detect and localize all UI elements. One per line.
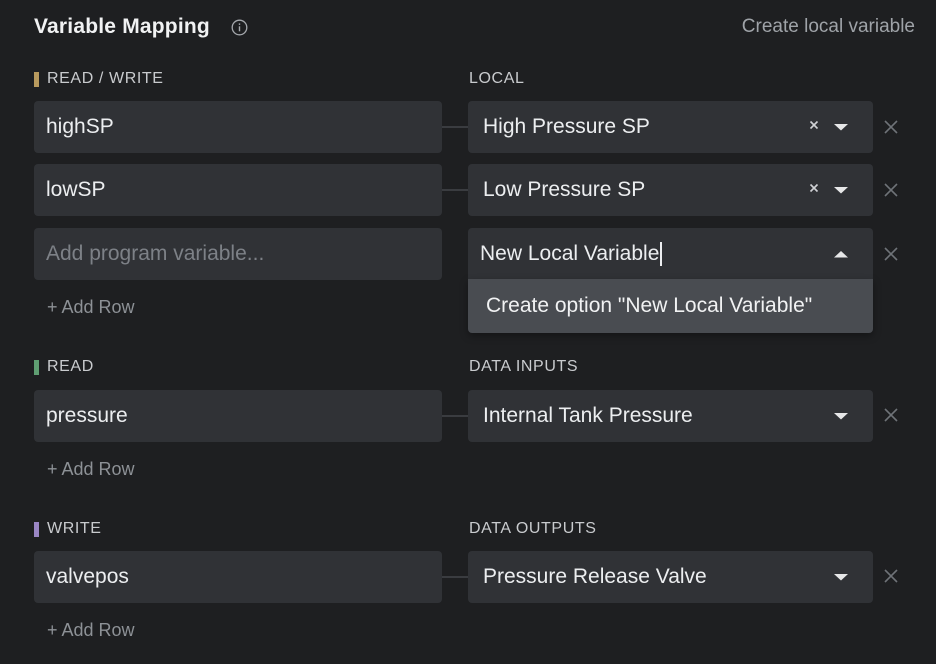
add-program-variable-input[interactable]: Add program variable... <box>34 228 442 280</box>
section-label-read-write: READ / WRITE <box>34 70 164 88</box>
select-value: Internal Tank Pressure <box>483 404 693 427</box>
mapping-connector <box>442 189 468 191</box>
info-icon[interactable] <box>231 19 248 36</box>
create-local-variable-link[interactable]: Create local variable <box>742 16 915 38</box>
data-output-select[interactable]: Pressure Release Valve <box>468 551 873 603</box>
chevron-down-icon[interactable] <box>833 411 849 421</box>
local-variable-select[interactable]: Low Pressure SP <box>468 164 873 216</box>
remove-row-icon[interactable] <box>883 246 899 262</box>
section-label-write: WRITE <box>34 520 102 538</box>
add-row-button[interactable]: + Add Row <box>47 459 135 480</box>
program-variable-field[interactable]: highSP <box>34 101 442 153</box>
mapping-connector <box>442 576 468 578</box>
combobox-input-text: New Local Variable <box>480 241 660 265</box>
column-label-data-outputs: DATA OUTPUTS <box>469 520 597 537</box>
program-variable-field[interactable]: valvepos <box>34 551 442 603</box>
local-variable-combobox[interactable]: New Local Variable <box>468 228 873 280</box>
chevron-down-icon[interactable] <box>833 572 849 582</box>
chevron-down-icon[interactable] <box>833 122 849 132</box>
data-input-select[interactable]: Internal Tank Pressure <box>468 390 873 442</box>
add-row-button[interactable]: + Add Row <box>47 620 135 641</box>
read-color-bar <box>34 359 39 375</box>
remove-row-icon[interactable] <box>883 407 899 423</box>
clear-icon[interactable] <box>807 181 821 195</box>
add-row-button[interactable]: + Add Row <box>47 297 135 318</box>
combobox-input[interactable]: New Local Variable <box>480 241 873 267</box>
section-label-read: READ <box>34 358 94 376</box>
program-variable-field[interactable]: pressure <box>34 390 442 442</box>
column-label-local: LOCAL <box>469 70 525 87</box>
create-option-label: Create option "New Local Variable" <box>486 294 813 317</box>
chevron-up-icon[interactable] <box>833 249 849 259</box>
column-label-data-inputs: DATA INPUTS <box>469 358 579 375</box>
remove-row-icon[interactable] <box>883 568 899 584</box>
variable-mapping-panel: Variable Mapping Create local variable R… <box>0 0 936 664</box>
read-write-color-bar <box>34 71 39 87</box>
program-variable-field[interactable]: lowSP <box>34 164 442 216</box>
page-title: Variable Mapping <box>34 15 210 38</box>
remove-row-icon[interactable] <box>883 119 899 135</box>
write-color-bar <box>34 521 39 537</box>
select-value: Pressure Release Valve <box>483 565 707 588</box>
local-variable-select[interactable]: High Pressure SP <box>468 101 873 153</box>
section-label-text: READ <box>47 358 94 375</box>
remove-row-icon[interactable] <box>883 182 899 198</box>
mapping-connector <box>442 415 468 417</box>
clear-icon[interactable] <box>807 118 821 132</box>
text-cursor <box>660 242 663 267</box>
section-label-text: READ / WRITE <box>47 70 164 87</box>
create-option-menu-item[interactable]: Create option "New Local Variable" <box>468 279 873 333</box>
chevron-down-icon[interactable] <box>833 185 849 195</box>
section-label-text: WRITE <box>47 520 102 537</box>
mapping-connector <box>442 126 468 128</box>
